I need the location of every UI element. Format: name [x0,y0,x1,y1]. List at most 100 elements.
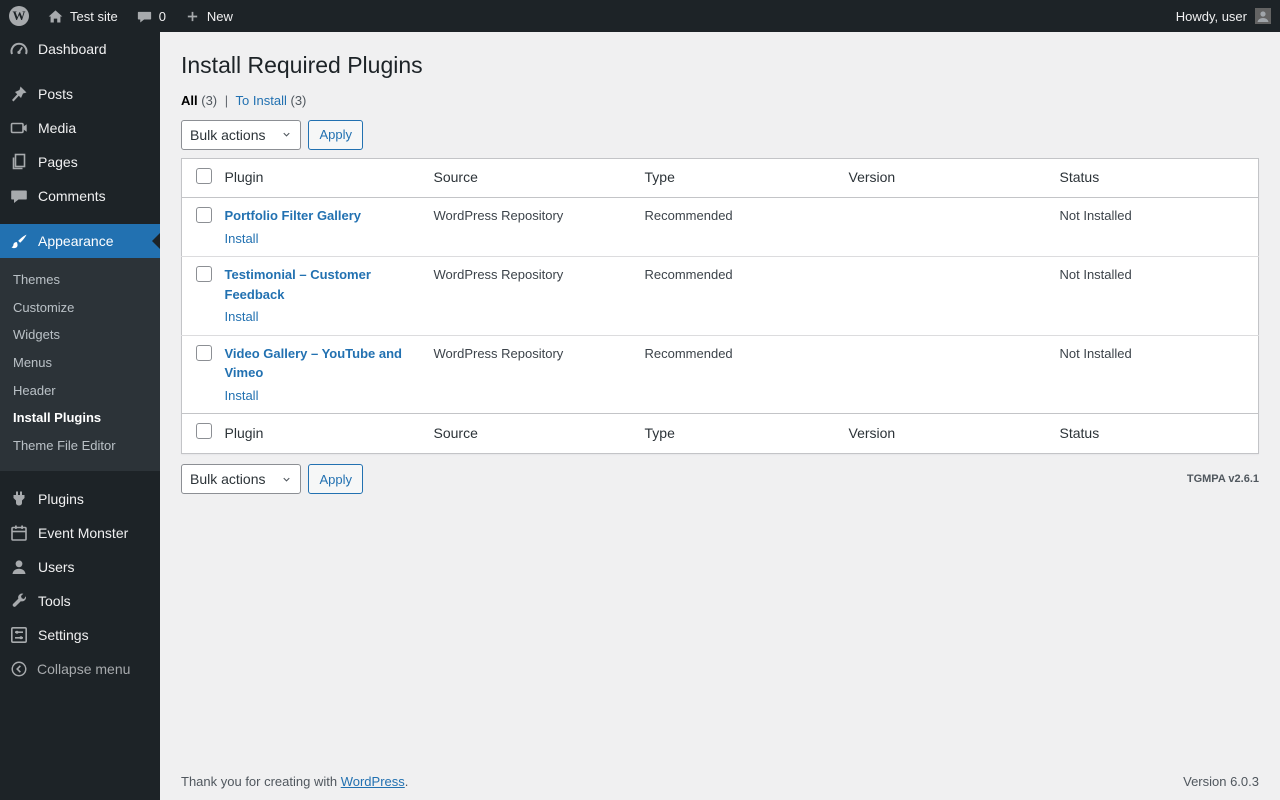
sidebar-item-settings[interactable]: Settings [0,618,160,652]
wrench-icon [12,594,26,608]
row-checkbox[interactable] [196,344,212,361]
menu-separator [0,471,160,482]
menu-separator [0,66,160,77]
column-footer-status: Status [1049,413,1259,454]
sidebar-item-comments[interactable]: Comments [0,179,160,213]
filter-to-install-label: To Install [235,92,287,108]
submenu-item-widgets[interactable]: Widgets [0,321,160,349]
submenu-label: Menus [13,354,53,370]
submenu-item-menus[interactable]: Menus [0,349,160,377]
submenu-item-themes[interactable]: Themes [0,266,160,294]
sidebar-item-pages[interactable]: Pages [0,145,160,179]
media-icon [10,122,27,134]
filter-to-install[interactable]: To Install [236,93,287,108]
select-all-checkbox[interactable] [196,423,212,440]
my-account-menu[interactable]: Howdy, user [1167,0,1280,32]
select-all-checkbox[interactable] [196,167,212,184]
column-footer-source: Source [423,413,635,454]
submenu-item-theme-file-editor[interactable]: Theme File Editor [0,432,160,460]
chevron-down-icon [283,133,291,138]
menu-separator [0,213,160,224]
sidebar-label: Collapse menu [37,661,131,678]
install-link[interactable]: Install [225,388,259,403]
row-checkbox[interactable] [196,207,212,224]
site-name-label: Test site [70,8,118,24]
sidebar-item-plugins[interactable]: Plugins [0,482,160,516]
plugin-type: Recommended [634,256,839,336]
admin-sidebar: Dashboard Posts Media Pages Comments App… [0,32,160,800]
sidebar-label: Appearance [38,233,114,249]
sidebar-item-event-monster[interactable]: Event Monster [0,516,160,550]
table-row: Video Gallery – YouTube and Vimeo Instal… [181,334,1259,414]
comment-icon [11,190,27,203]
comments-bubble-icon [137,11,151,22]
sidebar-label: Comments [38,188,106,204]
plugin-name-link[interactable]: Video Gallery – YouTube and Vimeo [225,346,402,381]
page-wrap: Install Required Plugins All (3) | To In… [160,32,1280,495]
bulk-actions-select[interactable]: Bulk actions [181,119,302,150]
site-name-menu[interactable]: Test site [38,0,127,32]
howdy-label: Howdy, user [1175,8,1247,24]
footer-thanks: Thank you for creating with WordPress. [181,774,408,789]
submenu-label: Header [13,382,56,398]
submenu-label: Customize [13,299,75,315]
submenu-item-customize[interactable]: Customize [0,294,160,322]
tablenav-top: Bulk actions Apply [181,119,1259,150]
sidebar-label: Media [38,120,77,136]
plugin-type: Recommended [644,208,733,224]
install-link[interactable]: Install [225,309,259,324]
filter-all[interactable]: All (3) [181,93,217,108]
submenu-label: Theme File Editor [13,437,116,453]
bulk-actions-select[interactable]: Bulk actions [181,464,302,495]
new-content-menu[interactable]: New [175,0,242,32]
sidebar-item-appearance[interactable]: Appearance [0,224,160,258]
plus-icon [187,11,198,21]
bulk-actions-top: Bulk actions Apply [181,119,364,150]
sidebar-item-posts[interactable]: Posts [0,77,160,111]
column-footer-type: Type [634,413,839,454]
filter-links: All (3) | To Install (3) [181,93,1259,108]
sidebar-label: Tools [38,593,71,610]
plugin-status: Not Installed [1049,334,1259,414]
plugins-table: Plugin Source Type Version Status Portfo… [181,157,1259,455]
admin-bar-right: Howdy, user [1167,0,1280,32]
plugin-version [839,198,1050,257]
filter-to-install-count: (3) [290,92,307,108]
sidebar-item-users[interactable]: Users [0,550,160,584]
settings-icon [10,627,27,644]
wordpress-logo-menu[interactable]: W [0,0,38,32]
submenu-item-header[interactable]: Header [0,377,160,405]
apply-button[interactable]: Apply [308,464,364,495]
wordpress-link[interactable]: WordPress [341,774,405,789]
sidebar-label: Users [38,559,75,576]
row-checkbox[interactable] [196,266,212,283]
new-label: New [206,8,233,24]
wordpress-logo-icon: W [9,6,29,26]
sidebar-label: Plugins [38,491,84,508]
filter-all-label: All [181,92,198,108]
avatar [1255,8,1271,24]
plugin-status: Not Installed [1059,208,1132,224]
apply-button[interactable]: Apply [308,119,364,150]
sidebar-item-dashboard[interactable]: Dashboard [0,32,160,66]
plugin-name-link[interactable]: Testimonial – Customer Feedback [225,267,371,302]
bulk-actions-selected-value: Bulk actions [190,126,266,143]
footer-version: Version 6.0.3 [1183,774,1259,789]
submenu-label: Install Plugins [13,410,102,426]
comments-menu[interactable]: 0 [127,0,175,32]
bulk-actions-bottom: Bulk actions Apply [181,464,364,495]
sidebar-item-tools[interactable]: Tools [0,584,160,618]
filter-all-count: (3) [201,92,218,108]
plugin-version [838,334,1050,414]
plugin-status: Not Installed [1049,256,1259,336]
dashboard-icon [10,42,28,55]
admin-footer: Thank you for creating with WordPress. V… [181,774,1259,789]
install-link[interactable]: Install [225,231,259,246]
plugin-name-link[interactable]: Portfolio Filter Gallery [225,208,362,223]
appearance-submenu: Themes Customize Widgets Menus Header In… [0,258,160,472]
sidebar-label: Event Monster [38,525,129,542]
submenu-item-install-plugins[interactable]: Install Plugins [0,404,160,432]
sidebar-label: Settings [38,627,89,644]
sidebar-item-media[interactable]: Media [0,111,160,145]
collapse-menu-button[interactable]: Collapse menu [0,652,160,686]
